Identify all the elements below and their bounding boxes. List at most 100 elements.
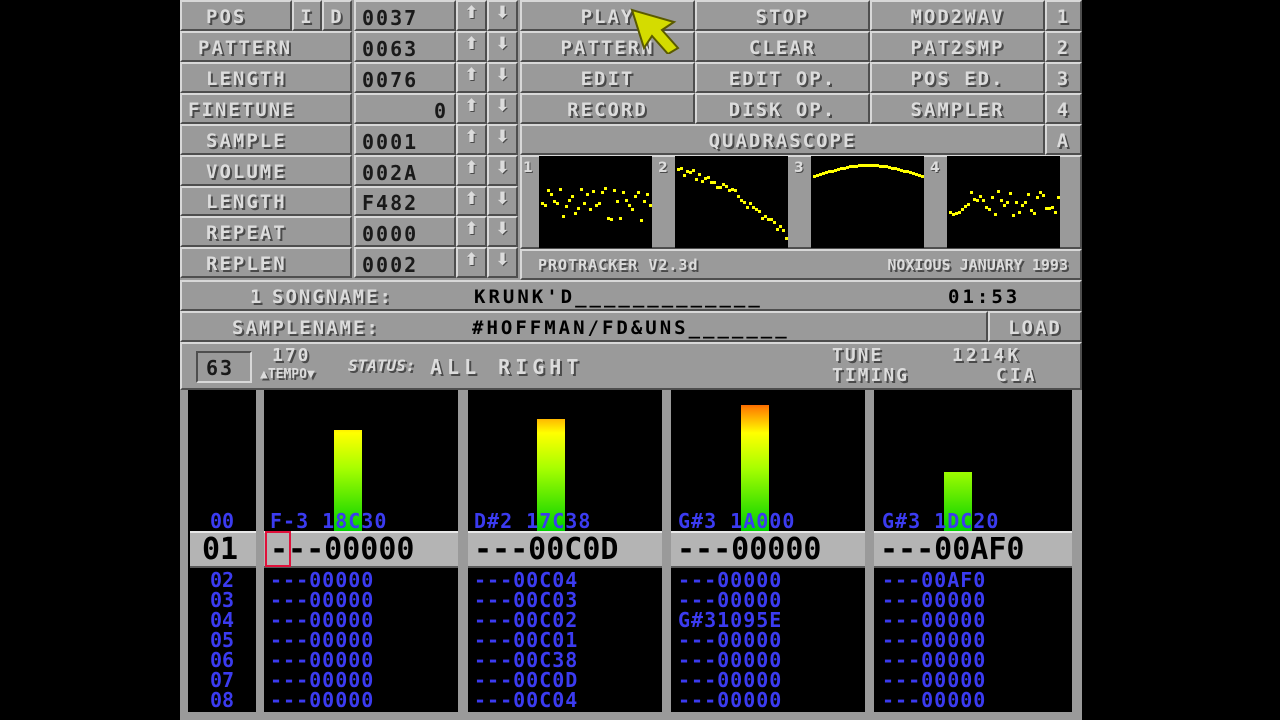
song-time: 01:53 bbox=[948, 286, 1021, 308]
volume-value: 002A bbox=[362, 161, 419, 185]
scope-channel-3[interactable] bbox=[811, 156, 924, 248]
sample-length-up-button[interactable]: ⬆ bbox=[456, 186, 487, 216]
mod2wav-button[interactable]: MOD2WAV bbox=[870, 0, 1045, 31]
record-button[interactable]: RECORD bbox=[520, 93, 695, 124]
samplename-field[interactable]: #HOFFMAN/FD&UNS_______ bbox=[472, 319, 790, 338]
pattern-cell[interactable]: ---00AF0 bbox=[882, 570, 986, 590]
clear-button[interactable]: CLEAR bbox=[695, 31, 870, 62]
pattern-cell[interactable]: ---00C02 bbox=[474, 610, 578, 630]
pattern-cell[interactable]: ---00000 bbox=[882, 630, 986, 650]
pattern-cell[interactable]: ---00000 bbox=[678, 570, 782, 590]
repeat-down-button[interactable]: ⬇ bbox=[487, 216, 518, 247]
pattern-cell[interactable]: ---00000 bbox=[882, 670, 986, 690]
quadrascope-button[interactable]: QUADRASCOPE bbox=[520, 124, 1045, 155]
current-row-channel-4[interactable]: ---00AF0 bbox=[874, 531, 1072, 568]
length-up-button[interactable]: ⬆ bbox=[456, 62, 487, 93]
pattern-cell[interactable]: D#2 17C38 bbox=[474, 511, 591, 531]
delete-button[interactable]: D bbox=[322, 0, 352, 31]
octave-box[interactable]: 63 bbox=[196, 351, 252, 383]
pattern-cell[interactable]: ---00000 bbox=[882, 610, 986, 630]
replen-down-button[interactable]: ⬇ bbox=[487, 247, 518, 278]
channel-4-button[interactable]: 4 bbox=[1045, 93, 1082, 124]
pattern-cell[interactable]: ---00000 bbox=[678, 590, 782, 610]
insert-button[interactable]: I bbox=[292, 0, 322, 31]
edit-button[interactable]: EDIT bbox=[520, 62, 695, 93]
disk-op-button[interactable]: DISK OP. bbox=[695, 93, 870, 124]
repeat-up-button[interactable]: ⬆ bbox=[456, 216, 487, 247]
pattern-cell[interactable]: ---00C01 bbox=[474, 630, 578, 650]
pos-ed-button[interactable]: POS ED. bbox=[870, 62, 1045, 93]
pattern-cell[interactable]: ---00000 bbox=[270, 570, 374, 590]
pat2smp-button[interactable]: PAT2SMP bbox=[870, 31, 1045, 62]
replen-label: REPLEN bbox=[206, 253, 287, 275]
pattern-cell[interactable]: ---00000 bbox=[270, 610, 374, 630]
arrow-up-icon: ⬆ bbox=[464, 3, 479, 23]
pos-down-button[interactable]: ⬇ bbox=[487, 0, 518, 31]
pattern-cell[interactable]: ---00C38 bbox=[474, 650, 578, 670]
pattern-cell[interactable]: F-3 18C30 bbox=[270, 511, 387, 531]
replen-up-button[interactable]: ⬆ bbox=[456, 247, 487, 278]
channel-1-button[interactable]: 1 bbox=[1045, 0, 1082, 31]
tempo-label[interactable]: ▲TEMPO▼ bbox=[260, 368, 315, 381]
quadrascope-label: QUADRASCOPE bbox=[708, 130, 857, 152]
pattern-cell[interactable]: ---00C04 bbox=[474, 570, 578, 590]
channel-3-button[interactable]: 3 bbox=[1045, 62, 1082, 93]
pattern-cell[interactable]: ---00C03 bbox=[474, 590, 578, 610]
channel-2-label: 2 bbox=[1056, 37, 1071, 59]
pos-up-button[interactable]: ⬆ bbox=[456, 0, 487, 31]
pattern-cell[interactable]: G#3 1DC20 bbox=[882, 511, 999, 531]
length-label: LENGTH bbox=[206, 68, 287, 90]
pattern-cell[interactable]: ---00000 bbox=[882, 590, 986, 610]
load-button[interactable]: LOAD bbox=[988, 311, 1082, 342]
sampler-label: SAMPLER bbox=[910, 99, 1005, 121]
pattern-cell[interactable]: ---00000 bbox=[678, 670, 782, 690]
sample-down-button[interactable]: ⬇ bbox=[487, 124, 518, 155]
pattern-cell[interactable]: ---00000 bbox=[678, 690, 782, 710]
scope-channel-4[interactable] bbox=[947, 156, 1060, 248]
pattern-cell[interactable]: ---00000 bbox=[270, 630, 374, 650]
finetune-down-button[interactable]: ⬇ bbox=[487, 93, 518, 124]
arrow-down-icon: ⬇ bbox=[495, 158, 510, 178]
pattern-cell[interactable]: ---00C0D bbox=[474, 670, 578, 690]
pattern-cell[interactable]: G#31095E bbox=[678, 610, 782, 630]
pattern-cell[interactable]: ---00000 bbox=[882, 650, 986, 670]
volume-up-button[interactable]: ⬆ bbox=[456, 155, 487, 186]
arrow-down-icon: ⬇ bbox=[495, 250, 510, 270]
pattern-cell[interactable]: ---00C04 bbox=[474, 690, 578, 710]
current-row-channel-2[interactable]: ---00C0D bbox=[468, 531, 662, 568]
sample-up-button[interactable]: ⬆ bbox=[456, 124, 487, 155]
pos-value-box: 0037 bbox=[354, 0, 456, 31]
finetune-up-button[interactable]: ⬆ bbox=[456, 93, 487, 124]
pos-ed-label: POS ED. bbox=[910, 68, 1005, 90]
repeat-label: REPEAT bbox=[206, 222, 287, 244]
channel-2-button[interactable]: 2 bbox=[1045, 31, 1082, 62]
timing-mode[interactable]: CIA bbox=[996, 367, 1038, 385]
song-number: 1 bbox=[250, 286, 264, 308]
pattern-cell[interactable]: ---00000 bbox=[270, 690, 374, 710]
pattern-down-button[interactable]: ⬇ bbox=[487, 31, 518, 62]
sample-length-down-button[interactable]: ⬇ bbox=[487, 186, 518, 216]
current-row-channel-3[interactable]: ---00000 bbox=[671, 531, 865, 568]
edit-op-button[interactable]: EDIT OP. bbox=[695, 62, 870, 93]
row-number: 04 bbox=[209, 608, 235, 632]
current-cell: ---00000 bbox=[677, 532, 822, 567]
current-row-channel-1[interactable]: ---00000 bbox=[264, 531, 458, 568]
pattern-up-button[interactable]: ⬆ bbox=[456, 31, 487, 62]
length-down-button[interactable]: ⬇ bbox=[487, 62, 518, 93]
delete-label: D bbox=[330, 6, 344, 28]
scope-channel-1[interactable] bbox=[539, 156, 652, 248]
songname-field[interactable]: KRUNK'D_____________ bbox=[474, 288, 763, 307]
analyzer-toggle-button[interactable]: A bbox=[1045, 124, 1082, 155]
pattern-cell[interactable]: ---00000 bbox=[678, 630, 782, 650]
pattern-cell[interactable]: ---00000 bbox=[678, 650, 782, 670]
pattern-cell[interactable]: ---00000 bbox=[270, 670, 374, 690]
sampler-button[interactable]: SAMPLER bbox=[870, 93, 1045, 124]
pattern-cell[interactable]: ---00000 bbox=[270, 650, 374, 670]
pattern-cell[interactable]: G#3 1A000 bbox=[678, 511, 795, 531]
volume-down-button[interactable]: ⬇ bbox=[487, 155, 518, 186]
scope-channel-2[interactable] bbox=[675, 156, 788, 248]
stop-button[interactable]: STOP bbox=[695, 0, 870, 31]
pattern-cell[interactable]: ---00000 bbox=[270, 590, 374, 610]
pattern-cell[interactable]: ---00000 bbox=[882, 690, 986, 710]
mod2wav-label: MOD2WAV bbox=[910, 6, 1005, 28]
